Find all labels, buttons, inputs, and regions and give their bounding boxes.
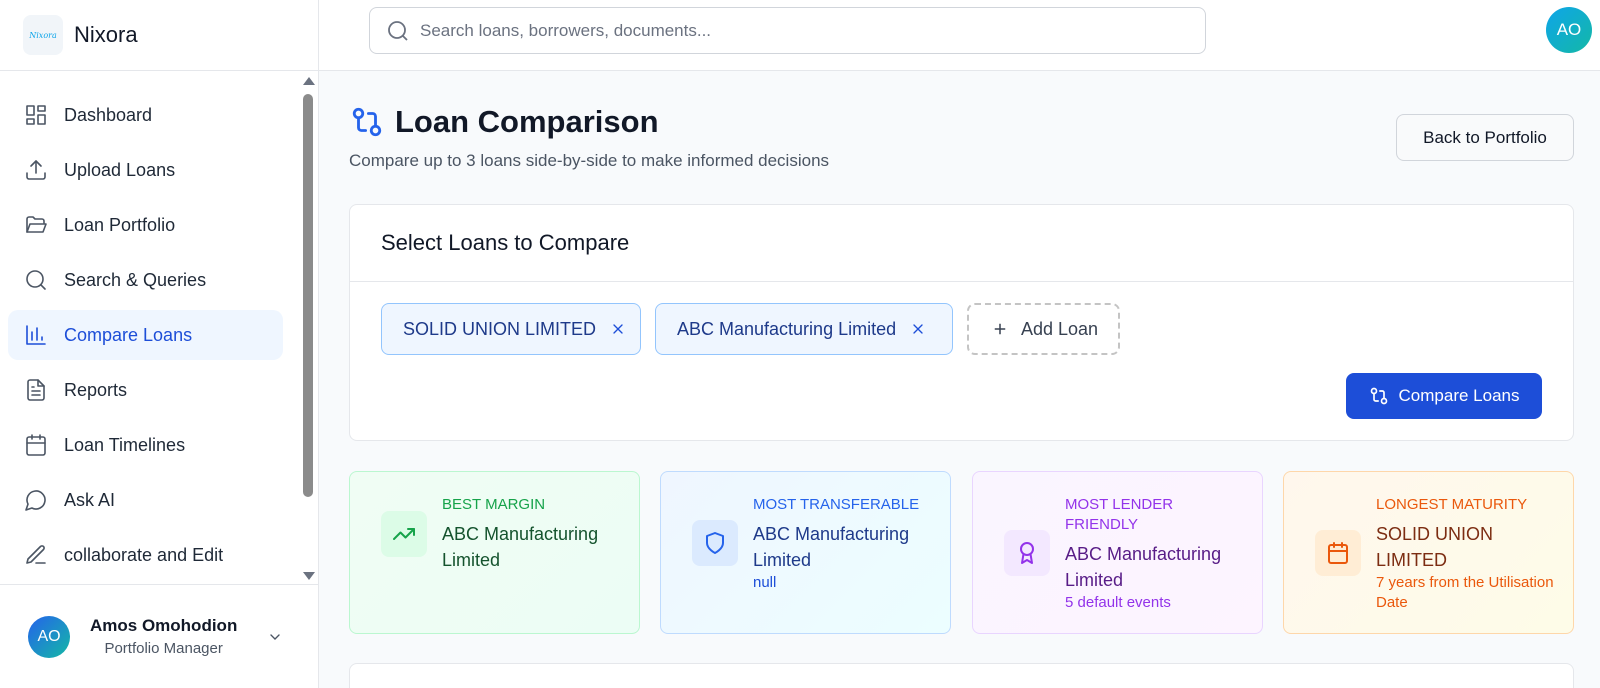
trending-up-icon (381, 511, 427, 557)
chevron-down-icon[interactable] (267, 629, 283, 645)
chat-icon (24, 488, 48, 512)
bar-chart-icon (24, 323, 48, 347)
document-icon (24, 378, 48, 402)
stat-best-margin: BEST MARGIN ABC Manufacturing Limited (349, 471, 640, 634)
stat-value: ABC Manufacturing Limited (1065, 544, 1222, 590)
folder-icon (24, 213, 48, 237)
sidebar-item-label: collaborate and Edit (64, 544, 224, 565)
sidebar-item-loan-timelines[interactable]: Loan Timelines (8, 420, 283, 470)
add-loan-button[interactable]: Add Loan (967, 303, 1120, 355)
stat-value: ABC Manufacturing Limited (442, 524, 599, 570)
sidebar-nav: Dashboard Upload Loans Loan Portfolio Se… (0, 71, 300, 584)
plus-icon (994, 323, 1006, 335)
avatar: AO (28, 615, 70, 658)
search-bar[interactable] (369, 7, 1206, 54)
user-role: Portfolio Manager (104, 640, 223, 657)
award-icon (1004, 530, 1050, 576)
comparison-table-card (349, 663, 1574, 688)
topbar: AO (319, 0, 1600, 71)
search-icon (388, 20, 408, 41)
sidebar-item-reports[interactable]: Reports (8, 365, 283, 415)
compare-loans-button[interactable]: Compare Loans (1346, 373, 1542, 419)
stat-note: 5 default events (1065, 594, 1171, 611)
sidebar-item-search-queries[interactable]: Search & Queries (8, 255, 283, 305)
scroll-thumb[interactable] (303, 94, 313, 497)
sidebar-item-dashboard[interactable]: Dashboard (8, 90, 283, 140)
brand[interactable]: Nixora Nixora (0, 0, 318, 71)
stat-value: SOLID UNION LIMITED (1376, 524, 1494, 570)
compare-icon (1370, 387, 1387, 405)
back-to-portfolio-button[interactable]: Back to Portfolio (1396, 114, 1574, 161)
user-name: Amos Omohodion (90, 616, 238, 635)
sidebar-item-label: Reports (64, 379, 128, 400)
stat-longest-maturity: LONGEST MATURITY SOLID UNION LIMITED 7 y… (1283, 471, 1574, 634)
sidebar-item-label: Upload Loans (64, 159, 176, 180)
calendar-icon (24, 433, 48, 457)
user-profile[interactable]: AO Amos Omohodion Portfolio Manager (0, 584, 319, 688)
select-loans-heading: Select Loans to Compare (350, 205, 1573, 282)
loan-chip-abc-manufacturing: ABC Manufacturing Limited (655, 303, 953, 355)
sidebar-item-upload-loans[interactable]: Upload Loans (8, 145, 283, 195)
select-loans-card: Select Loans to Compare SOLID UNION LIMI… (349, 204, 1574, 441)
sidebar-item-label: Loan Portfolio (64, 214, 176, 235)
stat-value: ABC Manufacturing Limited (753, 524, 910, 570)
scroll-down-arrow-icon[interactable] (303, 572, 315, 580)
pen-icon (24, 543, 48, 567)
sidebar-item-label: Compare Loans (64, 324, 193, 345)
chip-label: ABC Manufacturing Limited (677, 318, 897, 339)
sidebar-item-compare-loans[interactable]: Compare Loans (8, 310, 283, 360)
page-subtitle: Compare up to 3 loans side-by-side to ma… (349, 151, 830, 170)
dashboard-icon (24, 103, 48, 127)
stat-most-transferable: MOST TRANSFERABLE ABC Manufacturing Limi… (660, 471, 951, 634)
calendar-icon (1315, 530, 1361, 576)
compare-icon (350, 105, 384, 139)
stat-label: MOST TRANSFERABLE (753, 496, 920, 513)
sidebar: Nixora Nixora Dashboard Upload Loans Loa… (0, 0, 319, 688)
sidebar-item-label: Dashboard (64, 104, 153, 125)
stat-label: BEST MARGIN (442, 496, 546, 513)
user-info: Amos Omohodion Portfolio Manager (90, 616, 237, 657)
chip-label: SOLID UNION LIMITED (403, 318, 597, 339)
sidebar-item-loan-portfolio[interactable]: Loan Portfolio (8, 200, 283, 250)
brand-logo: Nixora (23, 15, 63, 55)
stat-note: null (753, 574, 777, 591)
brand-name: Nixora (74, 22, 138, 47)
stat-label: MOST LENDER FRIENDLY (1065, 496, 1174, 533)
close-icon[interactable] (910, 321, 926, 337)
loan-chip-solid-union: SOLID UNION LIMITED (381, 303, 641, 355)
shield-icon (692, 520, 738, 566)
sidebar-item-label: Ask AI (64, 489, 116, 510)
avatar[interactable]: AO (1546, 7, 1592, 53)
search-input[interactable] (420, 20, 1180, 41)
search-icon (24, 268, 48, 292)
sidebar-item-label: Loan Timelines (64, 434, 186, 455)
add-loan-label: Add Loan (1021, 318, 1099, 339)
stat-label: LONGEST MATURITY (1376, 496, 1528, 513)
sidebar-item-ask-ai[interactable]: Ask AI (8, 475, 283, 525)
stat-note: 7 years from the Utilisation Date (1376, 574, 1554, 611)
sidebar-item-label: Search & Queries (64, 269, 207, 290)
stat-most-lender-friendly: MOST LENDER FRIENDLY ABC Manufacturing L… (972, 471, 1263, 634)
sidebar-item-collaborate-edit[interactable]: collaborate and Edit (8, 530, 283, 580)
compare-loans-label: Compare Loans (1398, 386, 1520, 405)
sidebar-scrollbar[interactable] (301, 74, 315, 584)
upload-icon (24, 158, 48, 182)
close-icon[interactable] (610, 321, 626, 337)
scroll-up-arrow-icon[interactable] (303, 77, 315, 85)
page-title: Loan Comparison (395, 104, 659, 139)
